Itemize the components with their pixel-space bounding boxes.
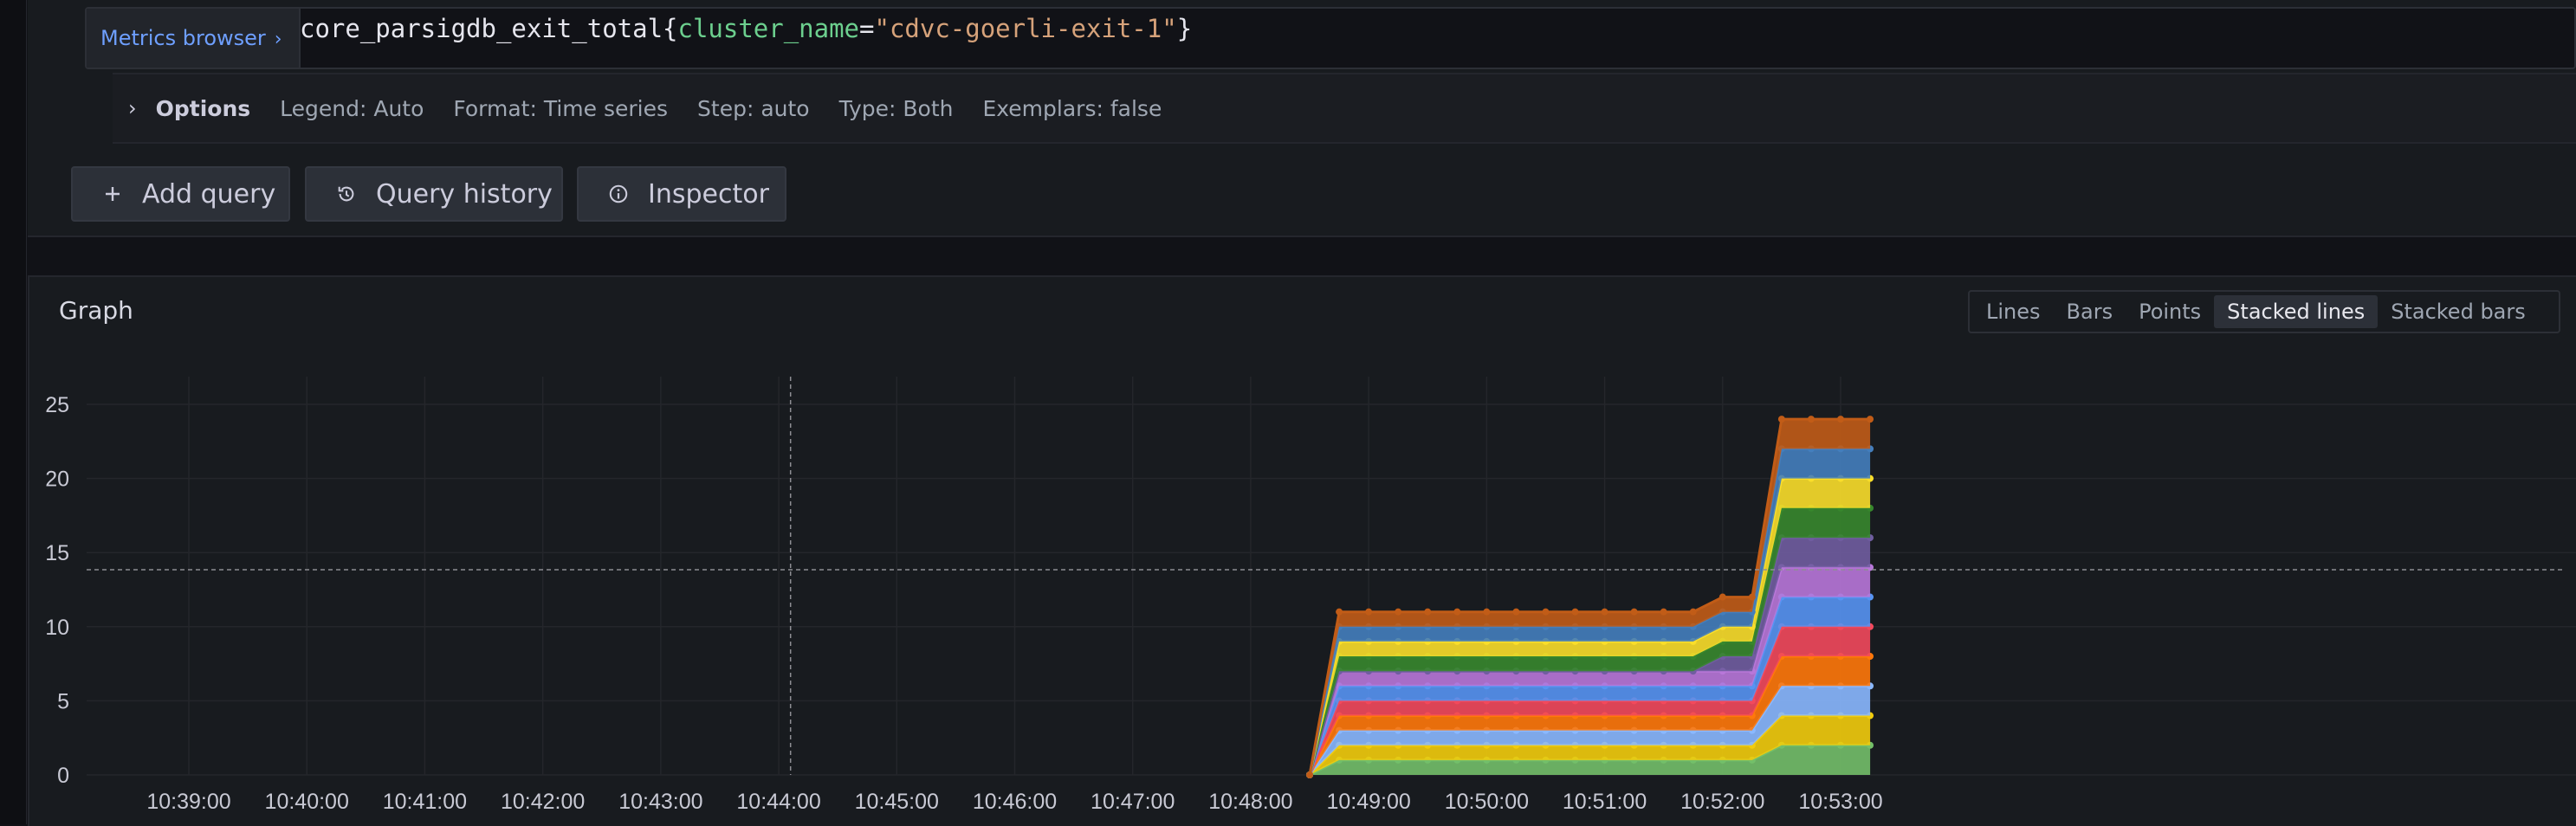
series-11-point [1748, 593, 1756, 601]
x-tick-label: 10:47:00 [1091, 790, 1175, 814]
x-tick-label: 10:46:00 [973, 790, 1057, 814]
series-11-point [1512, 608, 1520, 616]
series-11-point [1483, 608, 1491, 616]
y-tick-label: 5 [57, 689, 69, 713]
series-11-point [1395, 608, 1402, 616]
x-tick-label: 10:43:00 [618, 790, 702, 814]
y-tick-label: 15 [45, 541, 69, 565]
series-11-point [1689, 608, 1697, 616]
x-tick-label: 10:40:00 [265, 790, 349, 814]
x-tick-label: 10:49:00 [1326, 790, 1410, 814]
series-11-point [1336, 608, 1343, 616]
series-11-point [1542, 608, 1550, 616]
series-11-point [1837, 416, 1844, 423]
series-11-point [1660, 608, 1667, 616]
x-tick-label: 10:50:00 [1445, 790, 1529, 814]
x-tick-label: 10:45:00 [855, 790, 939, 814]
y-tick-label: 10 [45, 616, 69, 640]
x-tick-label: 10:51:00 [1563, 790, 1647, 814]
graph-chart[interactable]: 0 5 10 15 20 25 10:39:00 10:40:00 10:41:00 10:42:… [0, 0, 2576, 824]
y-tick-label: 20 [45, 468, 69, 492]
series-11-point [1571, 608, 1579, 616]
x-tick-label: 10:53:00 [1798, 790, 1882, 814]
series-11-point [1424, 608, 1432, 616]
x-tick-label: 10:42:00 [501, 790, 585, 814]
series-11-point [1306, 771, 1314, 778]
y-tick-label: 25 [45, 393, 69, 417]
series-11-point [1365, 608, 1373, 616]
x-tick-label: 10:39:00 [146, 790, 230, 814]
x-tick-label: 10:44:00 [736, 790, 820, 814]
series-11-point [1777, 416, 1785, 423]
series-11-point [1867, 416, 1874, 423]
series-11-point [1453, 608, 1461, 616]
series-11-point [1630, 608, 1638, 616]
series-11-point [1718, 593, 1726, 601]
y-tick-label: 0 [57, 764, 69, 788]
series-11-point [1601, 608, 1608, 616]
series-11-point [1807, 416, 1815, 423]
x-tick-label: 10:52:00 [1680, 790, 1764, 814]
x-tick-label: 10:41:00 [383, 790, 467, 814]
x-tick-label: 10:48:00 [1208, 790, 1292, 814]
